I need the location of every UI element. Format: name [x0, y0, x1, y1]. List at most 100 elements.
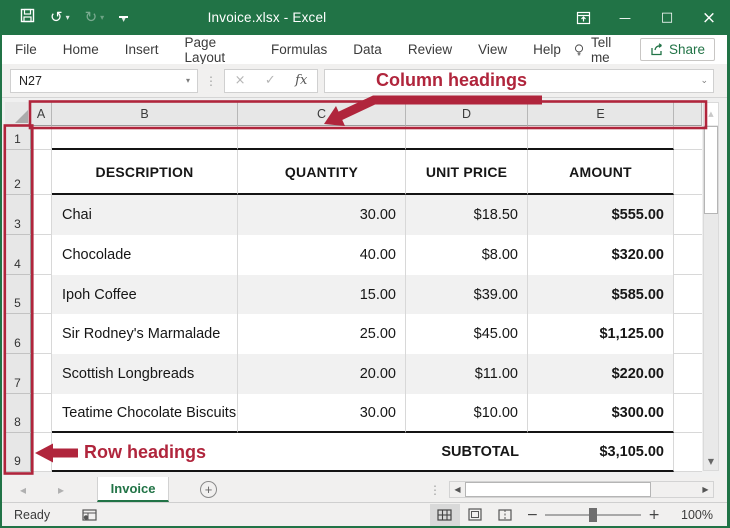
column-header-e[interactable]: E	[528, 102, 674, 126]
cell-c9[interactable]	[238, 433, 406, 472]
cell-a6[interactable]	[31, 314, 52, 354]
cell-quantity[interactable]: 20.00	[238, 354, 406, 394]
cell-description[interactable]: Chai	[52, 195, 238, 235]
cell-unit-price[interactable]: $45.00	[406, 314, 528, 354]
select-all-corner[interactable]	[5, 102, 31, 126]
tab-file[interactable]: File	[2, 35, 50, 64]
sheet-nav-right-icon[interactable]: ▸	[58, 483, 64, 497]
tab-review[interactable]: Review	[395, 35, 465, 64]
tab-page-layout[interactable]: Page Layout	[172, 35, 258, 64]
column-header-b[interactable]: B	[52, 102, 238, 126]
cell-quantity[interactable]: 30.00	[238, 195, 406, 235]
name-box[interactable]: N27 ▾	[10, 69, 198, 93]
cell-description[interactable]: Sir Rodney's Marmalade	[52, 314, 238, 354]
row-header-8[interactable]: 8	[5, 394, 31, 433]
page-break-preview-button[interactable]	[490, 504, 520, 526]
cell-a5[interactable]	[31, 275, 52, 314]
cell-amount[interactable]: $300.00	[528, 394, 674, 433]
share-button[interactable]: Share	[640, 38, 715, 61]
row-header-3[interactable]: 3	[5, 195, 31, 235]
zoom-slider[interactable]	[545, 514, 641, 516]
cell-amount[interactable]: $555.00	[528, 195, 674, 235]
column-header-a[interactable]: A	[31, 102, 52, 126]
cell-quantity[interactable]: 30.00	[238, 394, 406, 433]
cell-quantity-header[interactable]: QUANTITY	[238, 150, 406, 195]
cell-quantity[interactable]: 15.00	[238, 275, 406, 314]
cell-quantity[interactable]: 25.00	[238, 314, 406, 354]
tab-data[interactable]: Data	[340, 35, 395, 64]
cell-subtotal-label[interactable]: SUBTOTAL	[406, 433, 528, 472]
tab-view[interactable]: View	[465, 35, 520, 64]
cell-f4[interactable]	[674, 235, 702, 275]
cell-f6[interactable]	[674, 314, 702, 354]
row-header-5[interactable]: 5	[5, 275, 31, 314]
cell-f2[interactable]	[674, 150, 702, 195]
cell-f3[interactable]	[674, 195, 702, 235]
tell-me-button[interactable]: Tell me	[574, 35, 624, 65]
cell-a2[interactable]	[31, 150, 52, 195]
cell-amount[interactable]: $220.00	[528, 354, 674, 394]
normal-view-button[interactable]	[430, 504, 460, 526]
formula-input[interactable]: ⌄	[324, 69, 714, 93]
zoom-out-button[interactable]: −	[520, 507, 546, 523]
tab-help[interactable]: Help	[520, 35, 574, 64]
cell-f1[interactable]	[674, 126, 702, 150]
scroll-right-icon[interactable]: ▶	[698, 485, 713, 494]
row-header-4[interactable]: 4	[5, 235, 31, 275]
sheet-nav-left-icon[interactable]: ◂	[20, 483, 26, 497]
enter-icon[interactable]: ✓	[265, 73, 276, 88]
insert-function-icon[interactable]: fx	[295, 73, 307, 88]
cell-b1[interactable]	[52, 126, 238, 150]
cell-description[interactable]: Chocolade	[52, 235, 238, 275]
cell-b9[interactable]	[52, 433, 238, 472]
vertical-scrollbar-thumb[interactable]	[704, 126, 718, 214]
column-header-c[interactable]: C	[238, 102, 406, 126]
tab-home[interactable]: Home	[50, 35, 112, 64]
expand-formula-bar-icon[interactable]: ⌄	[700, 76, 708, 86]
cell-d1[interactable]	[406, 126, 528, 150]
cell-unit-price[interactable]: $8.00	[406, 235, 528, 275]
sheet-tab-invoice[interactable]: Invoice	[97, 477, 169, 502]
cell-a7[interactable]	[31, 354, 52, 394]
tab-formulas[interactable]: Formulas	[258, 35, 340, 64]
cell-a3[interactable]	[31, 195, 52, 235]
zoom-slider-thumb[interactable]	[589, 508, 597, 522]
minimize-button[interactable]: —	[604, 0, 646, 35]
cancel-icon[interactable]: ×	[235, 73, 246, 88]
row-header-2[interactable]: 2	[5, 150, 31, 195]
ribbon-display-options-button[interactable]	[562, 0, 604, 35]
cell-quantity[interactable]: 40.00	[238, 235, 406, 275]
cell-unit-price[interactable]: $10.00	[406, 394, 528, 433]
close-button[interactable]: ×	[688, 0, 730, 35]
cell-amount[interactable]: $585.00	[528, 275, 674, 314]
cell-a9[interactable]	[31, 433, 52, 472]
cell-unit-price[interactable]: $39.00	[406, 275, 528, 314]
zoom-in-button[interactable]: +	[641, 507, 667, 523]
cell-unit-price[interactable]: $18.50	[406, 195, 528, 235]
row-header-7[interactable]: 7	[5, 354, 31, 394]
cell-amount[interactable]: $320.00	[528, 235, 674, 275]
vertical-scrollbar[interactable]: ▲ ▼	[703, 102, 719, 471]
cell-f8[interactable]	[674, 394, 702, 433]
cell-unit-price[interactable]: $11.00	[406, 354, 528, 394]
cell-description-header[interactable]: DESCRIPTION	[52, 150, 238, 195]
cell-e1[interactable]	[528, 126, 674, 150]
cell-f7[interactable]	[674, 354, 702, 394]
scroll-down-icon[interactable]: ▼	[704, 453, 718, 469]
name-box-dropdown-icon[interactable]: ▾	[186, 76, 190, 85]
cell-f5[interactable]	[674, 275, 702, 314]
macro-record-icon[interactable]	[82, 509, 97, 521]
cell-f9[interactable]	[674, 433, 702, 472]
cell-subtotal-value[interactable]: $3,105.00	[528, 433, 674, 472]
cell-unit-price-header[interactable]: UNIT PRICE	[406, 150, 528, 195]
cell-amount-header[interactable]: AMOUNT	[528, 150, 674, 195]
cell-c1[interactable]	[238, 126, 406, 150]
tab-insert[interactable]: Insert	[112, 35, 172, 64]
cell-description[interactable]: Ipoh Coffee	[52, 275, 238, 314]
row-header-6[interactable]: 6	[5, 314, 31, 354]
maximize-button[interactable]: □	[646, 0, 688, 35]
row-header-1[interactable]: 1	[5, 126, 31, 150]
column-header-d[interactable]: D	[406, 102, 528, 126]
new-sheet-button[interactable]: +	[200, 481, 217, 498]
page-layout-view-button[interactable]	[460, 504, 490, 526]
